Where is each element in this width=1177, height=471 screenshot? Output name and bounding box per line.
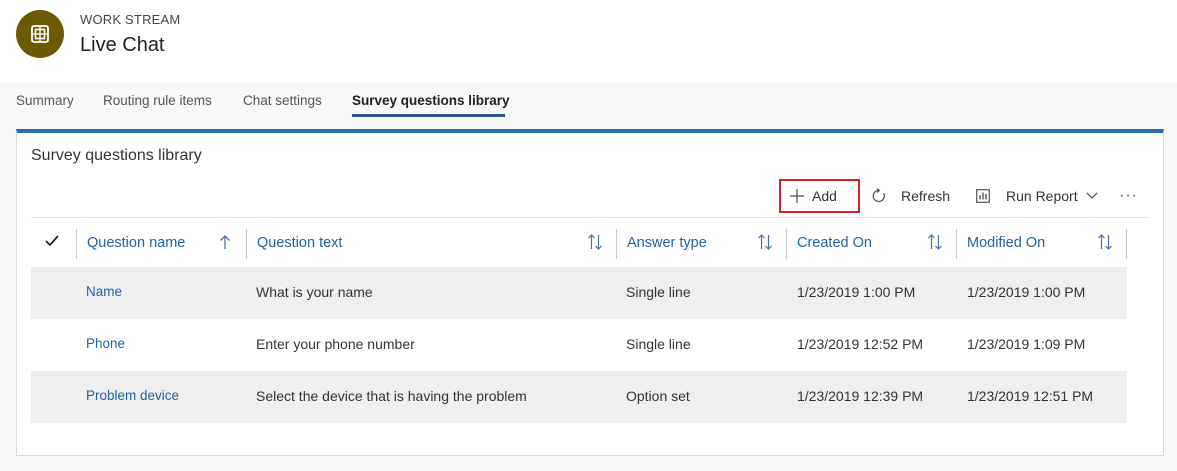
modified-on-cell: 1/23/2019 1:09 PM	[967, 336, 1086, 352]
modified-on-cell: 1/23/2019 1:00 PM	[967, 284, 1086, 300]
tab-bar: Summary Routing rule items Chat settings…	[0, 83, 1177, 121]
column-header-created-on[interactable]: Created On	[797, 235, 872, 251]
sort-icon[interactable]	[755, 231, 775, 253]
tab-survey-questions-library[interactable]: Survey questions library	[352, 93, 510, 108]
report-icon	[976, 189, 990, 203]
more-commands-button[interactable]: ···	[1119, 179, 1138, 213]
refresh-button[interactable]: Refresh	[871, 179, 950, 213]
add-button-label: Add	[812, 188, 837, 204]
table-row[interactable]: Name What is your name Single line 1/23/…	[31, 267, 1127, 319]
column-separator	[786, 229, 787, 259]
chevron-down-icon	[1086, 192, 1098, 200]
tab-routing-rule-items[interactable]: Routing rule items	[103, 93, 212, 108]
column-separator	[616, 229, 617, 259]
work-stream-icon	[16, 10, 64, 58]
select-all-checkmark[interactable]	[41, 229, 63, 253]
run-report-button[interactable]: Run Report	[976, 179, 1098, 213]
refresh-button-label: Refresh	[901, 188, 951, 204]
tab-chat-settings[interactable]: Chat settings	[243, 93, 322, 108]
sort-ascending-icon[interactable]	[215, 231, 235, 253]
created-on-cell: 1/23/2019 1:00 PM	[797, 284, 916, 300]
column-separator	[1126, 229, 1127, 259]
answer-type-cell: Single line	[626, 336, 691, 352]
answer-type-cell: Option set	[626, 388, 690, 404]
tab-summary[interactable]: Summary	[16, 93, 74, 108]
sort-icon[interactable]	[925, 231, 945, 253]
question-name-link[interactable]: Name	[86, 284, 122, 299]
sort-icon[interactable]	[585, 231, 605, 253]
grid-divider	[31, 217, 1149, 218]
run-report-button-label: Run Report	[1006, 188, 1078, 204]
created-on-cell: 1/23/2019 12:52 PM	[797, 336, 924, 352]
created-on-cell: 1/23/2019 12:39 PM	[797, 388, 924, 404]
column-header-question-text[interactable]: Question text	[257, 235, 342, 251]
panel-title: Survey questions library	[31, 147, 202, 164]
record-header: WORK STREAM Live Chat	[0, 0, 1177, 83]
sort-icon[interactable]	[1095, 231, 1115, 253]
column-header-question-name[interactable]: Question name	[87, 235, 185, 251]
column-header-answer-type[interactable]: Answer type	[627, 235, 707, 251]
entity-type-label: WORK STREAM	[80, 12, 181, 27]
column-separator	[956, 229, 957, 259]
question-text-cell: What is your name	[256, 284, 373, 300]
table-row[interactable]: Problem device Select the device that is…	[31, 371, 1127, 423]
question-text-cell: Select the device that is having the pro…	[256, 388, 527, 404]
question-name-link[interactable]: Phone	[86, 336, 125, 351]
add-button[interactable]: Add	[779, 179, 860, 213]
plus-icon	[790, 189, 804, 203]
active-tab-indicator	[352, 114, 505, 117]
answer-type-cell: Single line	[626, 284, 691, 300]
modified-on-cell: 1/23/2019 12:51 PM	[967, 388, 1094, 404]
refresh-icon	[871, 188, 887, 204]
question-text-cell: Enter your phone number	[256, 336, 415, 352]
table-row[interactable]: Phone Enter your phone number Single lin…	[31, 319, 1127, 371]
column-separator	[76, 229, 77, 259]
record-title: Live Chat	[80, 34, 165, 56]
column-separator	[246, 229, 247, 259]
survey-questions-panel: Survey questions library Add Refresh Run…	[16, 129, 1164, 456]
question-name-link[interactable]: Problem device	[86, 388, 179, 403]
column-header-modified-on[interactable]: Modified On	[967, 235, 1045, 251]
